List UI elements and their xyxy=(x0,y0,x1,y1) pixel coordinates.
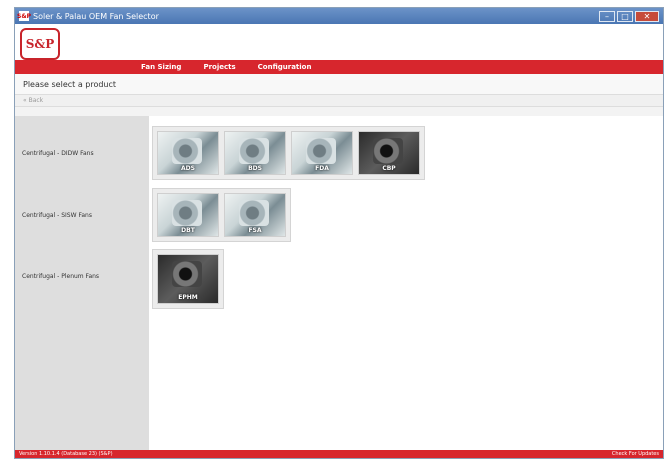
content-area: Centrifugal - DIDW Fans Centrifugal - SI… xyxy=(15,116,663,450)
fan-image-icon xyxy=(172,138,202,164)
fan-image-icon xyxy=(172,261,202,287)
category-sidebar: Centrifugal - DIDW Fans Centrifugal - SI… xyxy=(15,116,149,450)
sp-logo: S&P xyxy=(20,28,60,60)
menu-projects[interactable]: Projects xyxy=(203,63,235,71)
menu-bar: Fan Sizing Projects Configuration xyxy=(15,60,663,74)
app-icon: S&P xyxy=(17,11,31,21)
fan-image-icon xyxy=(239,200,269,226)
app-window: S&P Soler & Palau OEM Fan Selector – □ ✕… xyxy=(14,7,664,459)
status-bar: Version 1.10.1.4 (Database 23) (S&P) Che… xyxy=(15,450,663,458)
product-label: DBT xyxy=(181,227,195,234)
product-label: CBP xyxy=(382,165,396,172)
category-label-plenum: Centrifugal - Plenum Fans xyxy=(22,273,100,280)
minimize-button[interactable]: – xyxy=(599,10,615,22)
back-bar: « Back xyxy=(15,95,663,107)
product-tile-fda[interactable]: FDA xyxy=(291,131,353,175)
product-tile-ephm[interactable]: EPHM xyxy=(157,254,219,304)
fan-image-icon xyxy=(373,138,403,164)
product-tile-dbt[interactable]: DBT xyxy=(157,193,219,237)
product-tile-ads[interactable]: ADS xyxy=(157,131,219,175)
fan-image-icon xyxy=(306,138,336,164)
check-updates-link[interactable]: Check For Updates xyxy=(612,451,659,457)
logo-bar: S&P xyxy=(15,24,663,60)
window-title: Soler & Palau OEM Fan Selector xyxy=(33,11,159,21)
menu-configuration[interactable]: Configuration xyxy=(258,63,312,71)
product-label: EPHM xyxy=(178,294,198,301)
product-label: BDS xyxy=(248,165,262,172)
version-text: Version 1.10.1.4 (Database 23) (S&P) xyxy=(19,451,113,457)
product-tile-bds[interactable]: BDS xyxy=(224,131,286,175)
fan-image-icon xyxy=(239,138,269,164)
fan-image-icon xyxy=(172,200,202,226)
product-label: FDA xyxy=(315,165,329,172)
category-label-didw: Centrifugal - DIDW Fans xyxy=(22,150,94,157)
title-bar: S&P Soler & Palau OEM Fan Selector – □ ✕ xyxy=(15,8,663,24)
product-label: FSA xyxy=(248,227,262,234)
menu-fan-sizing[interactable]: Fan Sizing xyxy=(141,63,181,71)
maximize-button[interactable]: □ xyxy=(617,10,633,22)
product-group-plenum: EPHM xyxy=(152,249,224,309)
back-button[interactable]: « Back xyxy=(23,97,43,104)
close-button[interactable]: ✕ xyxy=(635,10,659,22)
product-group-didw: ADS BDS FDA CBP xyxy=(152,126,425,180)
product-grid: ADS BDS FDA CBP DBT FSA EPHM xyxy=(149,116,663,450)
product-tile-cbp[interactable]: CBP xyxy=(358,131,420,175)
product-tile-fsa[interactable]: FSA xyxy=(224,193,286,237)
product-label: ADS xyxy=(181,165,195,172)
category-label-sisw: Centrifugal - SISW Fans xyxy=(22,212,92,219)
page-prompt: Please select a product xyxy=(15,74,663,95)
product-group-sisw: DBT FSA xyxy=(152,188,291,242)
